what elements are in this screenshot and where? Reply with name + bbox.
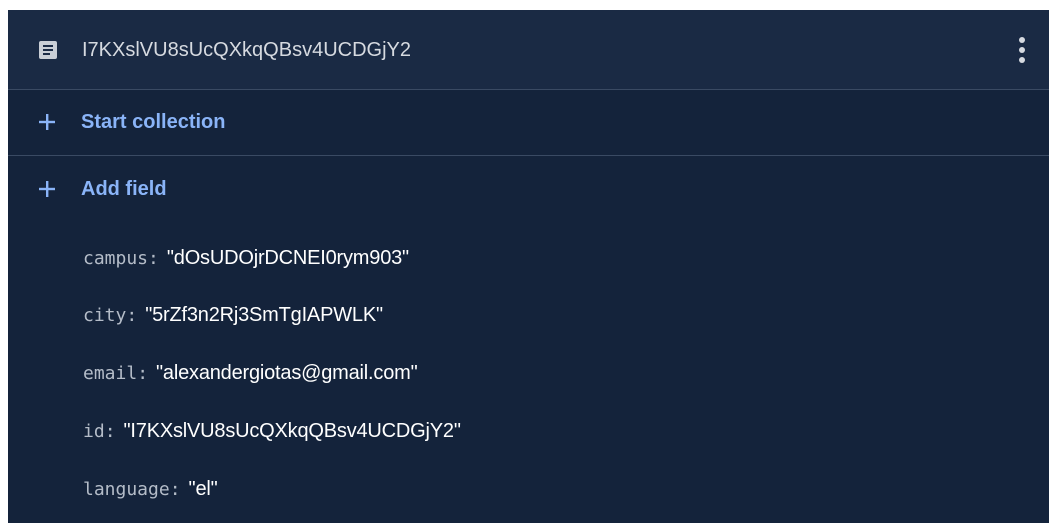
field-value[interactable]: "dOsUDOjrDCNEI0rym903": [167, 247, 409, 269]
field-key: language: [83, 479, 170, 500]
field-value[interactable]: "I7KXslVU8sUcQXkqQBsv4UCDGjY2": [124, 420, 461, 442]
plus-icon: [38, 180, 56, 198]
field-colon: :: [169, 479, 181, 500]
field-row-campus[interactable]: campus: "dOsUDOjrDCNEI0rym903": [83, 243, 409, 273]
field-key: city: [83, 305, 127, 326]
field-row-email[interactable]: email: "alexandergiotas@gmail.com": [83, 358, 418, 388]
field-colon: :: [104, 421, 116, 442]
start-collection-row[interactable]: Start collection: [8, 90, 1049, 156]
field-key: campus: [83, 248, 149, 269]
add-field-button[interactable]: Add field: [81, 176, 167, 202]
field-key: id: [83, 421, 105, 442]
field-colon: :: [137, 363, 149, 384]
field-key: email: [83, 363, 138, 384]
field-value[interactable]: "5rZf3n2Rj3SmTgIAPWLK": [145, 304, 383, 326]
field-row-city[interactable]: city: "5rZf3n2Rj3SmTgIAPWLK": [83, 300, 383, 330]
field-value[interactable]: "el": [189, 478, 218, 500]
more-vert-icon[interactable]: [1010, 32, 1034, 68]
field-colon: :: [126, 305, 138, 326]
field-row-id[interactable]: id: "I7KXslVU8sUcQXkqQBsv4UCDGjY2": [83, 416, 461, 446]
field-row-language[interactable]: language: "el": [83, 474, 218, 504]
field-value[interactable]: "alexandergiotas@gmail.com": [156, 362, 418, 384]
firestore-document-panel: I7KXslVU8sUcQXkqQBsv4UCDGjY2 Start colle…: [8, 10, 1049, 523]
document-icon: [38, 40, 58, 60]
plus-icon: [38, 113, 56, 131]
field-colon: :: [148, 248, 159, 269]
add-field-row[interactable]: Add field: [8, 157, 1049, 223]
document-id: I7KXslVU8sUcQXkqQBsv4UCDGjY2: [82, 39, 411, 61]
start-collection-button[interactable]: Start collection: [81, 109, 225, 135]
document-header[interactable]: I7KXslVU8sUcQXkqQBsv4UCDGjY2: [8, 10, 1049, 90]
